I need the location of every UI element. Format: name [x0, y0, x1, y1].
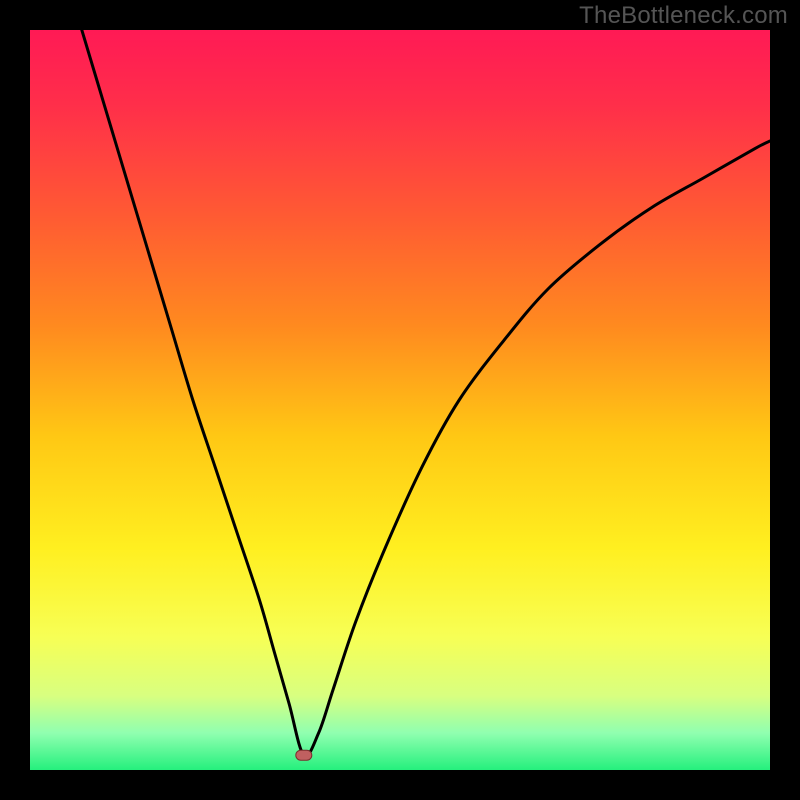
- plot-background: [30, 30, 770, 770]
- watermark-text: TheBottleneck.com: [579, 2, 788, 30]
- optimal-point-marker: [296, 750, 312, 760]
- plot-frame: [30, 30, 770, 770]
- stage: TheBottleneck.com: [0, 0, 800, 800]
- plot-svg: [30, 30, 770, 770]
